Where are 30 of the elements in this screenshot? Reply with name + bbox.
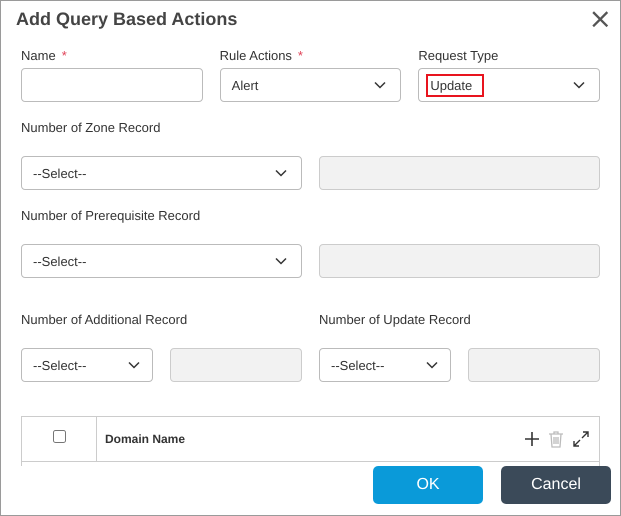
required-mark: *: [62, 48, 67, 63]
field-label: Number of Additional Record: [21, 312, 188, 327]
select-field[interactable]: --Select--: [319, 348, 451, 382]
select-field[interactable]: Alert: [220, 68, 402, 102]
chevron-down-icon: [374, 81, 386, 89]
checkbox[interactable]: [52, 430, 66, 442]
chevron-down-icon: [128, 361, 140, 369]
select-field[interactable]: Update: [418, 68, 600, 102]
select-field[interactable]: --Select--: [21, 348, 153, 382]
field-label: Number of Zone Record: [21, 120, 160, 135]
expand-icon[interactable]: [573, 431, 589, 447]
field-label: Number of Prerequisite Record: [21, 208, 200, 223]
trash-icon[interactable]: [549, 430, 563, 448]
required-mark: *: [298, 48, 303, 63]
field-label: Rule Actions: [220, 48, 292, 63]
chevron-down-icon: [275, 257, 287, 265]
add-icon[interactable]: [525, 432, 539, 446]
chevron-down-icon: [275, 169, 287, 177]
chevron-down-icon: [573, 81, 585, 89]
dialog-title: Add Query Based Actions: [16, 8, 238, 30]
column-header: Domain Name: [105, 432, 186, 446]
select-field[interactable]: --Select--: [21, 156, 302, 190]
close-button[interactable]: ×: [588, 5, 612, 33]
field-label: Number of Update Record: [319, 312, 471, 327]
input-field[interactable]: [21, 68, 203, 102]
chevron-down-icon: [426, 361, 438, 369]
field-label: Request Type: [418, 48, 498, 63]
select-field[interactable]: --Select--: [21, 244, 302, 278]
cancel-button[interactable]: Cancel: [501, 466, 611, 504]
field-label: Name: [21, 48, 56, 63]
